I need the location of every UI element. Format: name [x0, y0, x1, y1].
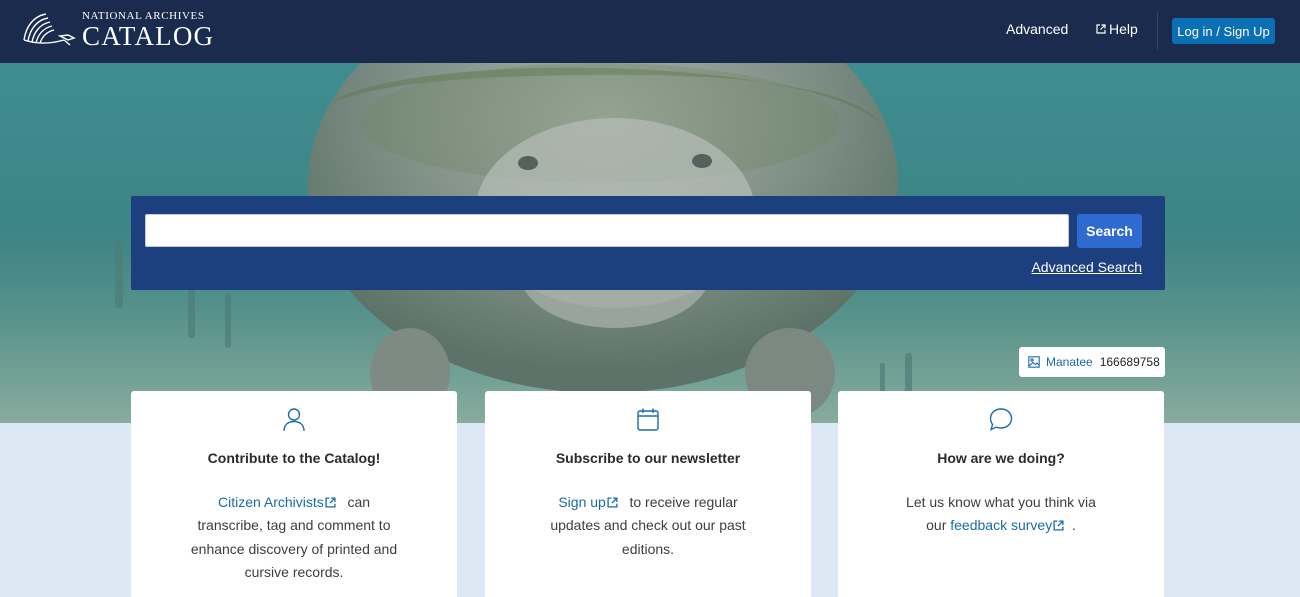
feedback-survey-link[interactable]: feedback survey — [950, 517, 1064, 533]
advanced-search-link[interactable]: Advanced Search — [1031, 259, 1142, 275]
card-text: our — [926, 517, 947, 534]
card-text: . — [1071, 517, 1076, 534]
citizen-archivists-link[interactable]: Citizen Archivists — [218, 494, 336, 510]
external-link-icon — [325, 497, 336, 508]
card-body: Let us know what you think via our feedb… — [838, 491, 1164, 538]
photo-credit-id: 166689758 — [1099, 355, 1160, 369]
search-button[interactable]: Search — [1077, 214, 1142, 248]
card-title: How are we doing? — [937, 450, 1065, 466]
external-link-icon — [1053, 520, 1064, 531]
nav-advanced-link[interactable]: Advanced — [1006, 21, 1068, 37]
nav-help-link[interactable]: Help — [1096, 21, 1138, 37]
calendar-icon — [637, 408, 659, 431]
feedback-card: How are we doing? Let us know what you t… — [838, 391, 1164, 597]
user-icon — [283, 408, 305, 432]
login-signup-button[interactable]: Log in / Sign Up — [1172, 18, 1275, 44]
card-text: cursive records. — [244, 563, 344, 580]
chat-bubble-icon — [989, 408, 1013, 431]
card-text: enhance discovery of printed and — [190, 540, 398, 557]
card-text: to receive regular — [629, 494, 738, 510]
card-text: transcribe, tag and comment to — [197, 517, 391, 534]
site-header: NATIONAL ARCHIVES CATALOG Advanced Help … — [0, 0, 1300, 63]
external-link-icon — [607, 497, 618, 508]
search-input[interactable] — [145, 214, 1069, 247]
search-panel: Search Advanced Search — [131, 196, 1165, 290]
photo-credit-link[interactable]: Manatee — [1046, 355, 1093, 369]
newsletter-signup-link[interactable]: Sign up — [558, 494, 618, 510]
card-title: Subscribe to our newsletter — [555, 450, 741, 466]
external-link-icon — [1096, 24, 1106, 34]
card-body: Citizen Archivists can transcribe, tag a… — [131, 491, 457, 584]
card-text: Let us know what you think via — [906, 494, 1096, 510]
contribute-card: Contribute to the Catalog! Citizen Archi… — [131, 391, 457, 597]
catalog-logo[interactable]: NATIONAL ARCHIVES CATALOG — [20, 10, 214, 50]
image-icon — [1028, 356, 1040, 368]
citizen-archivists-link-label: Citizen Archivists — [217, 494, 324, 510]
card-title: Contribute to the Catalog! — [207, 450, 381, 466]
newsletter-card: Subscribe to our newsletter Sign up to r… — [485, 391, 811, 597]
card-text: can — [347, 494, 371, 510]
nav-help-label: Help — [1109, 21, 1138, 37]
newsletter-signup-link-label: Sign up — [558, 494, 606, 510]
card-body: Sign up to receive regular updates and c… — [485, 491, 811, 561]
feedback-survey-link-label: feedback survey — [950, 517, 1053, 534]
nav-divider — [1157, 12, 1158, 50]
card-text: editions. — [621, 540, 675, 557]
photo-credit-tag: Manatee 166689758 — [1019, 347, 1165, 377]
logo-title: CATALOG — [82, 21, 215, 51]
eagle-logo-icon — [23, 13, 76, 46]
card-text: updates and check out our past — [550, 517, 746, 534]
